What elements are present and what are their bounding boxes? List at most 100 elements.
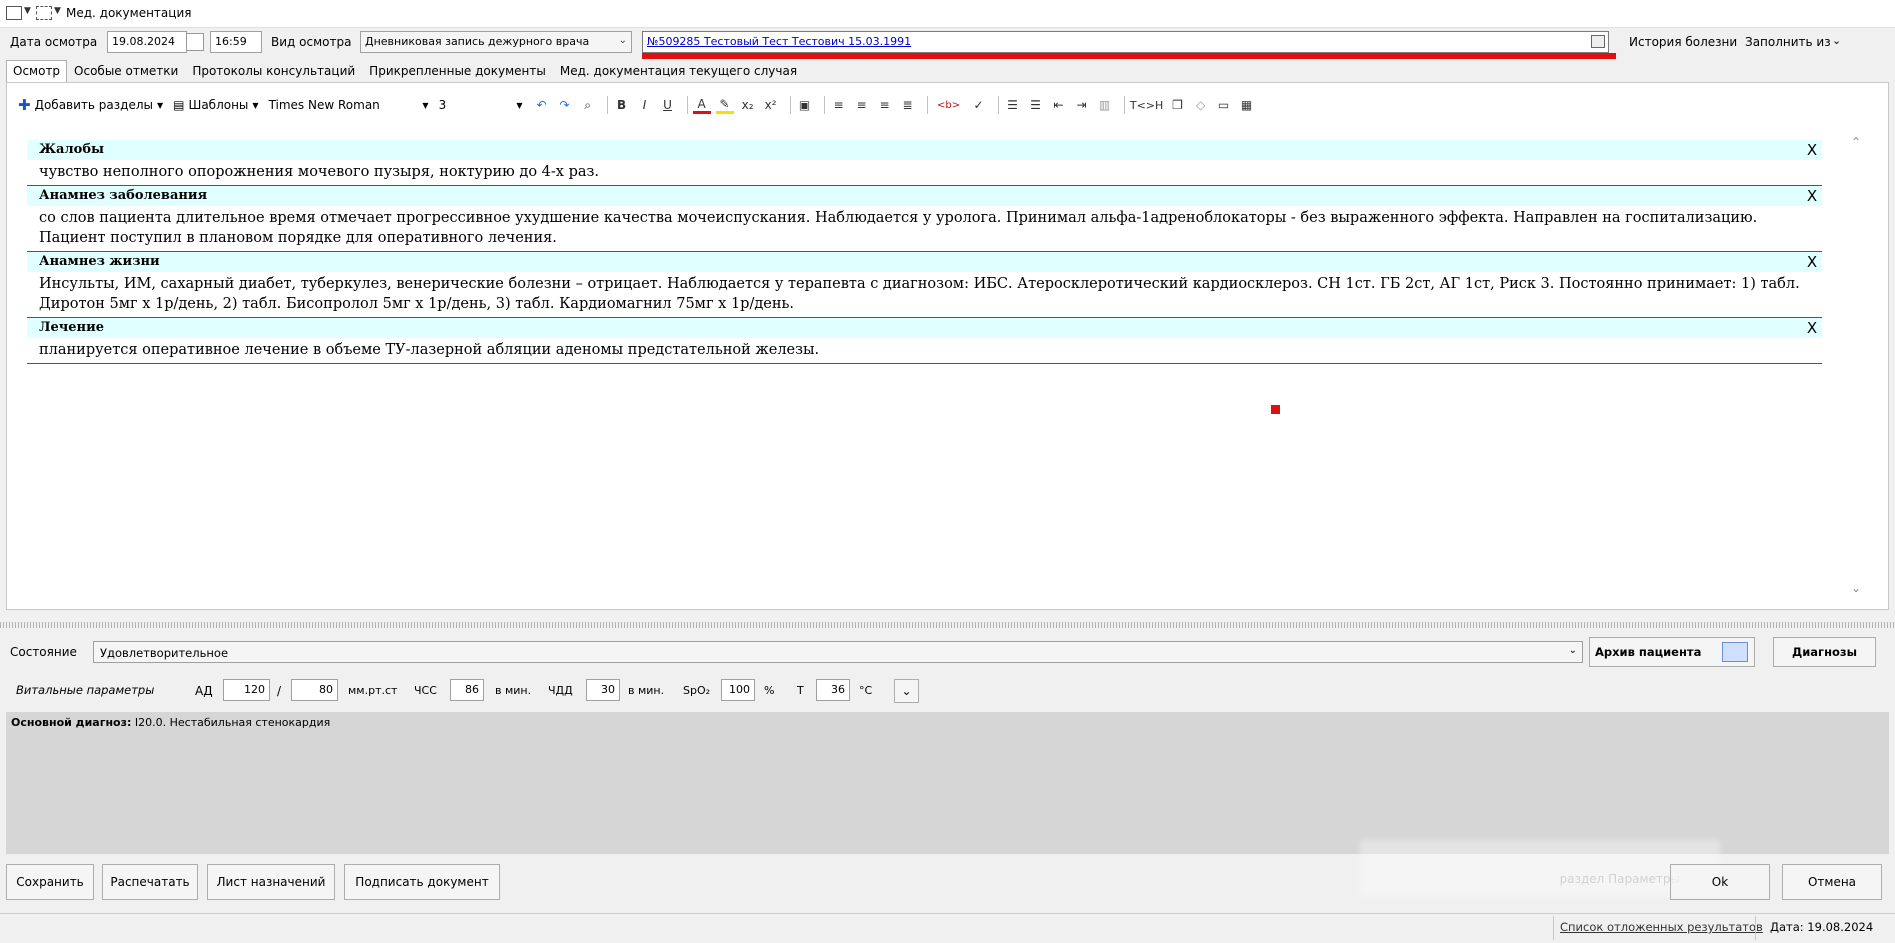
section-title: Лечение — [27, 318, 1822, 338]
remove-section-button[interactable]: X — [1802, 319, 1822, 337]
table-icon[interactable]: ▦ — [1238, 96, 1256, 114]
patient-card-icon[interactable] — [1591, 35, 1605, 48]
remove-section-button[interactable]: X — [1802, 253, 1822, 271]
image-icon[interactable]: ▣ — [796, 96, 814, 114]
bold-icon[interactable]: B — [613, 96, 631, 114]
deferred-results-link[interactable]: Список отложенных результатов — [1560, 920, 1763, 934]
section-title: Анамнез жизни — [27, 252, 1822, 272]
patient-link[interactable]: №509285 Тестовый Тест Тестович 15.03.199… — [642, 31, 1609, 53]
remove-section-button[interactable]: X — [1802, 187, 1822, 205]
state-select[interactable]: Удовлетворительное ⌄ — [93, 641, 1583, 663]
copy-icon[interactable]: ❐ — [1169, 96, 1187, 114]
numbered-list-icon[interactable]: ☰ — [1004, 96, 1022, 114]
calendar-button[interactable] — [186, 33, 204, 51]
diagnosis-panel: Основной диагноз: I20.0. Нестабильная ст… — [6, 712, 1889, 854]
bp-unit: мм.рт.ст — [348, 684, 398, 697]
find-icon[interactable]: ⌕ — [579, 96, 597, 114]
status-date: Дата: 19.08.2024 — [1770, 920, 1874, 934]
templates-button[interactable]: ▤ Шаблоны ▼ — [173, 98, 258, 112]
align-center-icon[interactable]: ≡ — [853, 96, 871, 114]
strikethrough-icon[interactable]: <b> — [933, 96, 965, 114]
temp-unit: °С — [859, 684, 873, 697]
toolbar-divider — [789, 96, 791, 114]
sign-document-button[interactable]: Подписать документ — [344, 864, 500, 900]
spellcheck-icon[interactable]: ✓ — [970, 96, 988, 114]
chevron-down-icon[interactable]: ▼ — [54, 6, 61, 16]
spo2-input[interactable]: 100 — [721, 679, 755, 701]
bullet-list-icon[interactable]: ☰ — [1027, 96, 1045, 114]
red-marker — [1271, 405, 1280, 414]
rr-input[interactable]: 30 — [586, 679, 620, 701]
underline-icon[interactable]: U — [659, 96, 677, 114]
main-diagnosis-label: Основной диагноз: — [11, 716, 132, 729]
tab-special-notes[interactable]: Особые отметки — [67, 60, 185, 82]
ok-button[interactable]: Ok — [1670, 864, 1770, 900]
plus-icon: ✚ — [18, 96, 31, 114]
prescriptions-button[interactable]: Лист назначений — [207, 864, 335, 900]
redo-icon[interactable]: ↷ — [556, 96, 574, 114]
exam-date-input[interactable]: 19.08.2024 — [107, 31, 187, 53]
add-sections-button[interactable]: ✚ Добавить разделы ▼ — [18, 96, 163, 114]
history-link[interactable]: История болезни — [1629, 35, 1737, 49]
title-bar: ▼ ▼ Мед. документация — [0, 0, 1895, 28]
scroll-down-icon[interactable]: ⌄ — [1851, 581, 1861, 595]
scroll-up-icon[interactable]: ⌃ — [1851, 135, 1861, 149]
diagnoses-button[interactable]: Диагнозы — [1773, 637, 1876, 667]
paste-icon[interactable]: ▥ — [1096, 96, 1114, 114]
subscript-icon[interactable]: x₂ — [739, 96, 757, 114]
document-menu-icon[interactable] — [6, 6, 22, 20]
chevron-down-icon: ⌄ — [1568, 645, 1577, 656]
hr-input[interactable]: 86 — [450, 679, 484, 701]
highlight-icon[interactable]: ✎ — [715, 96, 734, 114]
exam-time-input[interactable]: 16:59 — [210, 31, 262, 53]
bp-label: АД — [195, 684, 213, 698]
indent-icon[interactable]: ⇥ — [1073, 96, 1091, 114]
outdent-icon[interactable]: ⇤ — [1050, 96, 1068, 114]
tab-exam[interactable]: Осмотр — [6, 60, 68, 82]
section-text[interactable]: чувство неполного опорожнения мочевого п… — [27, 160, 1822, 185]
hr-label: ЧСС — [414, 684, 437, 697]
align-right-icon[interactable]: ≡ — [876, 96, 894, 114]
patient-highlight-bar — [642, 53, 1616, 59]
chevron-down-icon[interactable]: ⌄ — [1832, 34, 1841, 47]
field-icon[interactable]: ▭ — [1215, 96, 1233, 114]
fill-from-button[interactable]: Заполнить из — [1745, 35, 1831, 49]
exam-type-select[interactable]: Дневниковая запись дежурного врача ⌄ — [360, 31, 632, 53]
superscript-icon[interactable]: x² — [762, 96, 780, 114]
align-left-icon[interactable]: ≡ — [830, 96, 848, 114]
font-color-icon[interactable]: A — [692, 96, 711, 114]
remove-section-button[interactable]: X — [1802, 141, 1822, 159]
settings-menu-icon[interactable] — [36, 6, 52, 20]
chevron-down-icon[interactable]: ▼ — [24, 6, 31, 16]
add-sections-label: Добавить разделы — [34, 98, 153, 112]
tab-attached-docs[interactable]: Прикрепленные документы — [362, 60, 553, 82]
temp-label: Т — [797, 684, 804, 697]
save-button[interactable]: Сохранить — [6, 864, 94, 900]
bp-systolic-input[interactable]: 120 — [223, 679, 270, 701]
undo-icon[interactable]: ↶ — [533, 96, 551, 114]
expand-vitals-button[interactable]: ⌄ — [894, 679, 919, 703]
tab-consult-protocols[interactable]: Протоколы консультаций — [185, 60, 362, 82]
tab-case-docs[interactable]: Мед. документация текущего случая — [553, 60, 804, 82]
patient-archive-button[interactable]: Архив пациента — [1589, 637, 1755, 667]
section-text[interactable]: Инсульты, ИМ, сахарный диабет, туберкуле… — [27, 272, 1822, 317]
editor-scrollbar[interactable]: ⌃ ⌄ — [1851, 135, 1865, 595]
replace-button[interactable]: T<>H — [1130, 96, 1164, 114]
bp-diastolic-input[interactable]: 80 — [291, 679, 338, 701]
cancel-button[interactable]: Отмена — [1782, 864, 1882, 900]
temp-input[interactable]: 36 — [816, 679, 850, 701]
archive-book-icon — [1722, 642, 1748, 662]
chevron-down-icon: ▼ — [156, 100, 164, 110]
status-divider — [1553, 916, 1554, 940]
eraser-icon[interactable]: ◇ — [1192, 96, 1210, 114]
align-justify-icon[interactable]: ≣ — [899, 96, 917, 114]
font-name-select[interactable]: Times New Roman ▼ — [269, 98, 429, 112]
print-button[interactable]: Распечатать — [102, 864, 198, 900]
toolbar-divider — [606, 96, 608, 114]
section-text[interactable]: планируется оперативное лечение в объеме… — [27, 338, 1822, 363]
chevron-down-icon: ▼ — [252, 100, 259, 110]
section-text[interactable]: со слов пациента длительное время отмеча… — [27, 206, 1822, 251]
document-editor[interactable]: Жалобы X чувство неполного опорожнения м… — [27, 125, 1862, 600]
font-size-select[interactable]: 3 ▼ — [439, 98, 523, 112]
italic-icon[interactable]: I — [636, 96, 654, 114]
